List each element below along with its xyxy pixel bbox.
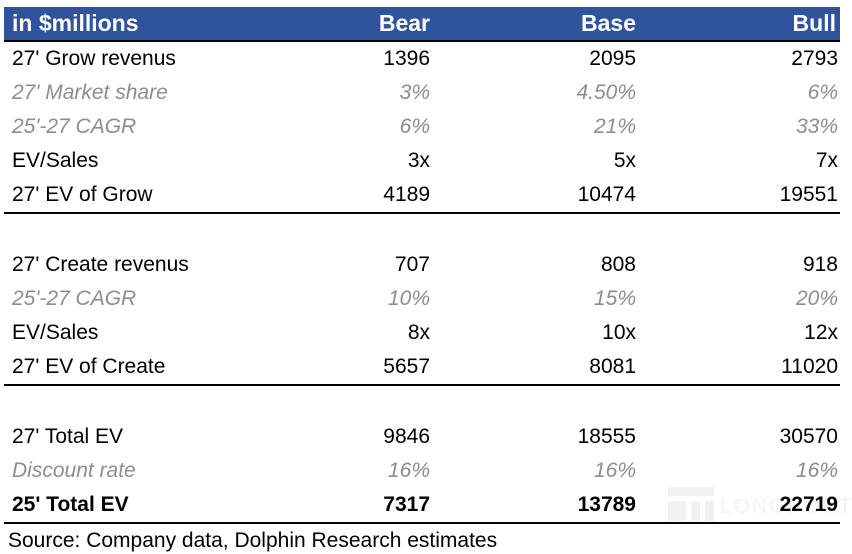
row-value-bear: 9846 (383, 425, 430, 448)
table-row: 27' Market share 3% 4.50% 6% (4, 76, 840, 110)
source-note: Source: Company data, Dolphin Research e… (8, 529, 498, 552)
row-value-bull: 19551 (779, 183, 838, 206)
row-value-bull: 33% (795, 115, 838, 138)
row-label: 27' Create revenus (12, 253, 189, 276)
row-value-bear: 3x (407, 149, 430, 172)
table-row: EV/Sales 3x 5x 7x (4, 144, 840, 178)
row-value-bear: 1396 (383, 47, 430, 70)
table-row: 27' Grow revenus 1396 2095 2793 (4, 42, 840, 76)
row-value-bull: 7x (815, 149, 838, 172)
row-label: 25'-27 CAGR (12, 287, 137, 310)
row-value-base: 5x (613, 149, 636, 172)
row-value-bull: 11020 (781, 355, 838, 378)
row-value-bear: 7317 (383, 493, 430, 516)
row-value-bull: 2793 (791, 47, 838, 70)
row-value-bull: 20% (795, 287, 838, 310)
table-row: 25' Total EV 7317 13789 22719 (4, 488, 840, 522)
row-value-base: 808 (600, 253, 636, 276)
spacer-row (4, 386, 840, 420)
header-column-bear: Bear (378, 10, 430, 36)
row-value-base: 18555 (577, 425, 636, 448)
row-value-base: 15% (593, 287, 636, 310)
row-value-bear: 4189 (383, 183, 430, 206)
row-label: 27' Market share (12, 81, 168, 104)
table-row: 27' EV of Grow 4189 10474 19551 (4, 178, 840, 212)
header-units-label: in $millions (12, 10, 139, 36)
row-value-base: 8081 (589, 355, 636, 378)
row-value-bull: 12x (804, 321, 838, 344)
row-label: 27' EV of Grow (12, 183, 153, 206)
table-row: 25'-27 CAGR 10% 15% 20% (4, 282, 840, 316)
row-value-base: 2095 (589, 47, 636, 70)
row-label: 27' EV of Create (12, 355, 166, 378)
table-header-row: in $millions Bear Base Bull (4, 7, 840, 40)
row-label: 25' Total EV (12, 493, 129, 516)
block-total: 27' Total EV 9846 18555 30570 Discount r… (4, 420, 840, 522)
header-column-bull: Bull (792, 10, 836, 36)
row-label: 25'-27 CAGR (12, 115, 137, 138)
row-value-base: 10474 (577, 183, 636, 206)
table-row: 27' EV of Create 5657 8081 11020 (4, 350, 840, 384)
row-label: 27' Total EV (12, 425, 124, 448)
row-value-base: 4.50% (576, 81, 636, 104)
row-value-base: 16% (593, 459, 636, 482)
table-row: 25'-27 CAGR 6% 21% 33% (4, 110, 840, 144)
row-value-base: 21% (593, 115, 636, 138)
header-column-base: Base (581, 10, 636, 36)
row-label: EV/Sales (12, 321, 99, 344)
valuation-table: in $millions Bear Base Bull 27' Grow rev… (4, 7, 840, 554)
row-value-bear: 16% (387, 459, 430, 482)
table-row: Discount rate 16% 16% 16% (4, 454, 840, 488)
row-value-bear: 3% (399, 81, 430, 104)
row-label: 27' Grow revenus (12, 47, 176, 70)
row-value-bear: 707 (394, 253, 430, 276)
block-grow: 27' Grow revenus 1396 2095 2793 27' Mark… (4, 42, 840, 212)
row-value-bull: 918 (802, 253, 838, 276)
row-label: Discount rate (12, 459, 136, 482)
row-label: EV/Sales (12, 149, 99, 172)
table-row: EV/Sales 8x 10x 12x (4, 316, 840, 350)
row-value-bear: 5657 (383, 355, 430, 378)
row-value-bull: 16% (795, 459, 838, 482)
row-value-bear: 10% (387, 287, 430, 310)
table-row: 27' Create revenus 707 808 918 (4, 248, 840, 282)
row-value-bull: 30570 (779, 425, 838, 448)
table-sheet: LONGPORT in $millions Bear Base Bull 27'… (0, 0, 852, 554)
row-value-bull: 22719 (779, 493, 838, 516)
block-create: 27' Create revenus 707 808 918 25'-27 CA… (4, 248, 840, 384)
row-value-base: 10x (602, 321, 636, 344)
spacer-row (4, 214, 840, 248)
row-value-bear: 6% (399, 115, 430, 138)
row-value-base: 13789 (577, 493, 636, 516)
table-row: 27' Total EV 9846 18555 30570 (4, 420, 840, 454)
row-value-bull: 6% (807, 81, 838, 104)
row-value-bear: 8x (407, 321, 430, 344)
